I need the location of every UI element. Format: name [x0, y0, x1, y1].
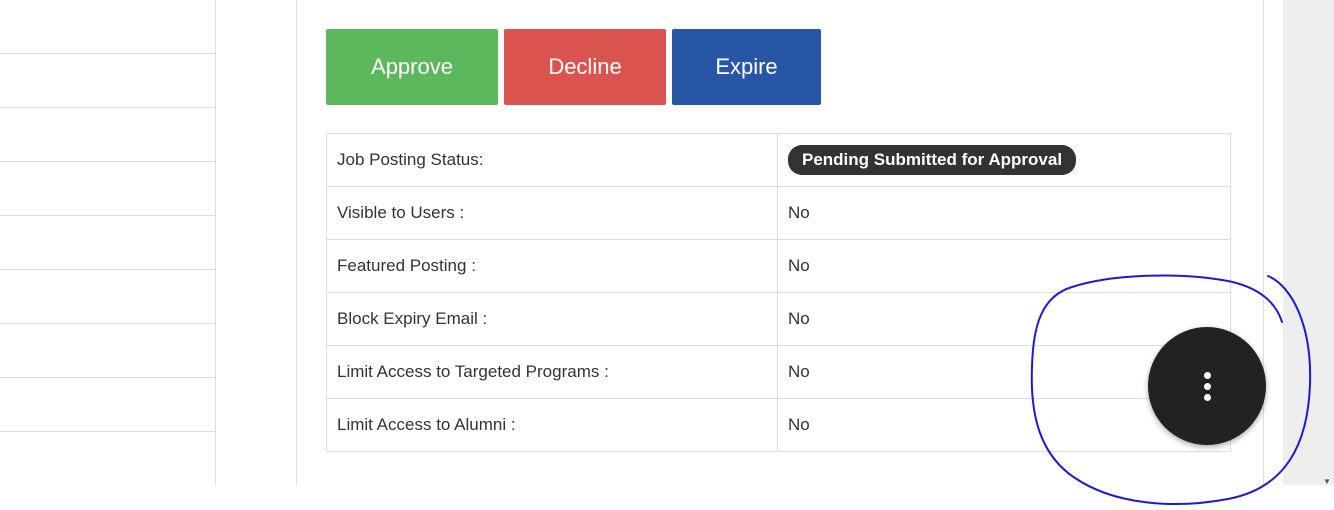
decline-button[interactable]: Decline: [504, 29, 666, 105]
scroll-down-arrow-icon[interactable]: ▼: [1323, 477, 1331, 486]
expire-button[interactable]: Expire: [672, 29, 821, 105]
detail-label-featured: Featured Posting :: [326, 239, 778, 293]
detail-label-status: Job Posting Status:: [326, 133, 778, 187]
list-row-divider: [0, 161, 215, 162]
job-posting-details-table: Job Posting Status: Pending Submitted fo…: [326, 133, 1231, 452]
table-row: Featured Posting : No: [326, 239, 1231, 293]
table-row: Job Posting Status: Pending Submitted fo…: [326, 133, 1231, 187]
table-row: Limit Access to Alumni : No: [326, 398, 1231, 452]
table-row: Limit Access to Targeted Programs : No: [326, 345, 1231, 399]
list-row-divider: [0, 377, 215, 378]
detail-value-visible: No: [777, 186, 1231, 240]
list-row-divider: [0, 107, 215, 108]
list-row-divider: [0, 323, 215, 324]
list-row-divider: [0, 215, 215, 216]
more-vertical-icon: [1203, 371, 1211, 401]
page-scroll-gutter[interactable]: [1283, 0, 1334, 485]
list-row-divider: [0, 431, 215, 432]
table-row: Block Expiry Email : No: [326, 292, 1231, 346]
detail-label-targeted-programs: Limit Access to Targeted Programs :: [326, 345, 778, 399]
detail-value-status: Pending Submitted for Approval: [777, 133, 1231, 187]
detail-label-block-expiry: Block Expiry Email :: [326, 292, 778, 346]
more-actions-fab[interactable]: [1148, 327, 1266, 445]
detail-value-featured: No: [777, 239, 1231, 293]
status-badge: Pending Submitted for Approval: [788, 145, 1077, 175]
list-row-divider: [0, 53, 215, 54]
detail-label-alumni: Limit Access to Alumni :: [326, 398, 778, 452]
detail-value-block-expiry: No: [777, 292, 1231, 346]
detail-label-visible: Visible to Users :: [326, 186, 778, 240]
left-list-panel: [0, 0, 216, 485]
list-row-divider: [0, 269, 215, 270]
table-row: Visible to Users : No: [326, 186, 1231, 240]
approve-button[interactable]: Approve: [326, 29, 498, 105]
